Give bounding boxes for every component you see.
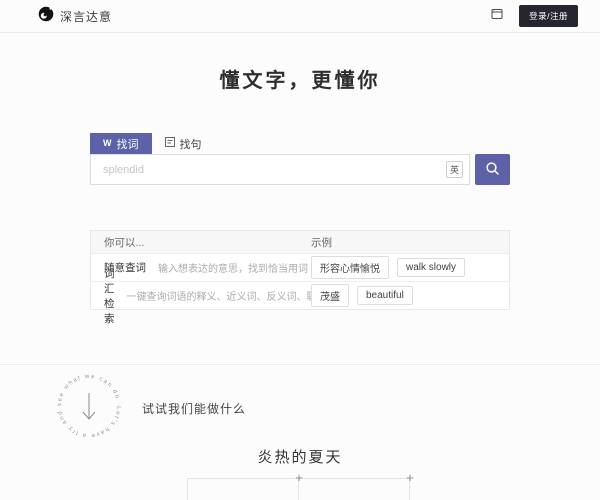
brand-circle-icon (38, 6, 54, 27)
login-register-button[interactable]: 登录/注册 (519, 5, 578, 27)
page: 深言达意 登录/注册 懂文字，更懂你 W 找词 (0, 0, 600, 500)
tab-find-words[interactable]: W 找词 (90, 133, 152, 154)
circular-arrow-decoration: Let's have a try and see what we can do … (56, 373, 122, 444)
tab-find-sentences-label: 找句 (180, 136, 202, 152)
row-feature-name: 词汇检索 (104, 266, 115, 326)
section-divider (0, 364, 600, 365)
wantwords-w-icon: W (103, 139, 112, 148)
table-row: 词汇检索 一键查询词语的释义、近义词、反义词、联想词等 茂盛 beautiful (91, 281, 509, 309)
search-icon (485, 161, 500, 179)
main-content: W 找词 找句 英 (90, 133, 510, 310)
mode-tabs: W 找词 找句 (90, 133, 510, 154)
brand-logo[interactable]: 深言达意 (38, 6, 112, 27)
header-right: 登录/注册 (491, 5, 578, 27)
tab-find-sentences[interactable]: 找句 (152, 133, 215, 154)
tab-find-words-label: 找词 (117, 136, 139, 152)
grid-plus-decoration: + (295, 471, 303, 484)
page-title: 懂文字，更懂你 (0, 64, 600, 93)
demo-query-title: 炎热的夏天 (0, 446, 600, 467)
search-input-wrap: 英 (90, 154, 470, 185)
demo-card (298, 478, 410, 500)
language-toggle-icon[interactable]: 英 (446, 161, 463, 178)
example-chip[interactable]: 形容心情愉悦 (311, 256, 389, 279)
guide-table-header: 你可以... 示例 (91, 231, 509, 253)
try-label: 试试我们能做什么 (142, 400, 246, 417)
search-input[interactable] (90, 154, 470, 185)
sentence-doc-icon (165, 137, 175, 150)
grid-plus-decoration: + (406, 471, 414, 484)
guide-table: 你可以... 示例 随意查词 输入想表达的意思，找到恰当用词 形容心情愉悦 wa… (90, 230, 510, 310)
demo-card (187, 478, 299, 500)
example-chip[interactable]: walk slowly (397, 258, 465, 277)
header-examples: 示例 (311, 235, 509, 250)
search-button[interactable] (475, 154, 510, 185)
header: 深言达意 登录/注册 (0, 0, 600, 33)
try-section: Let's have a try and see what we can do … (0, 373, 600, 444)
example-chip[interactable]: beautiful (357, 286, 413, 305)
down-arrow-icon (83, 393, 95, 419)
brand-name: 深言达意 (60, 8, 112, 25)
window-icon[interactable] (491, 7, 503, 25)
search-bar: 英 (90, 154, 510, 185)
header-you-can: 你可以... (91, 235, 311, 250)
example-chip[interactable]: 茂盛 (311, 284, 349, 307)
